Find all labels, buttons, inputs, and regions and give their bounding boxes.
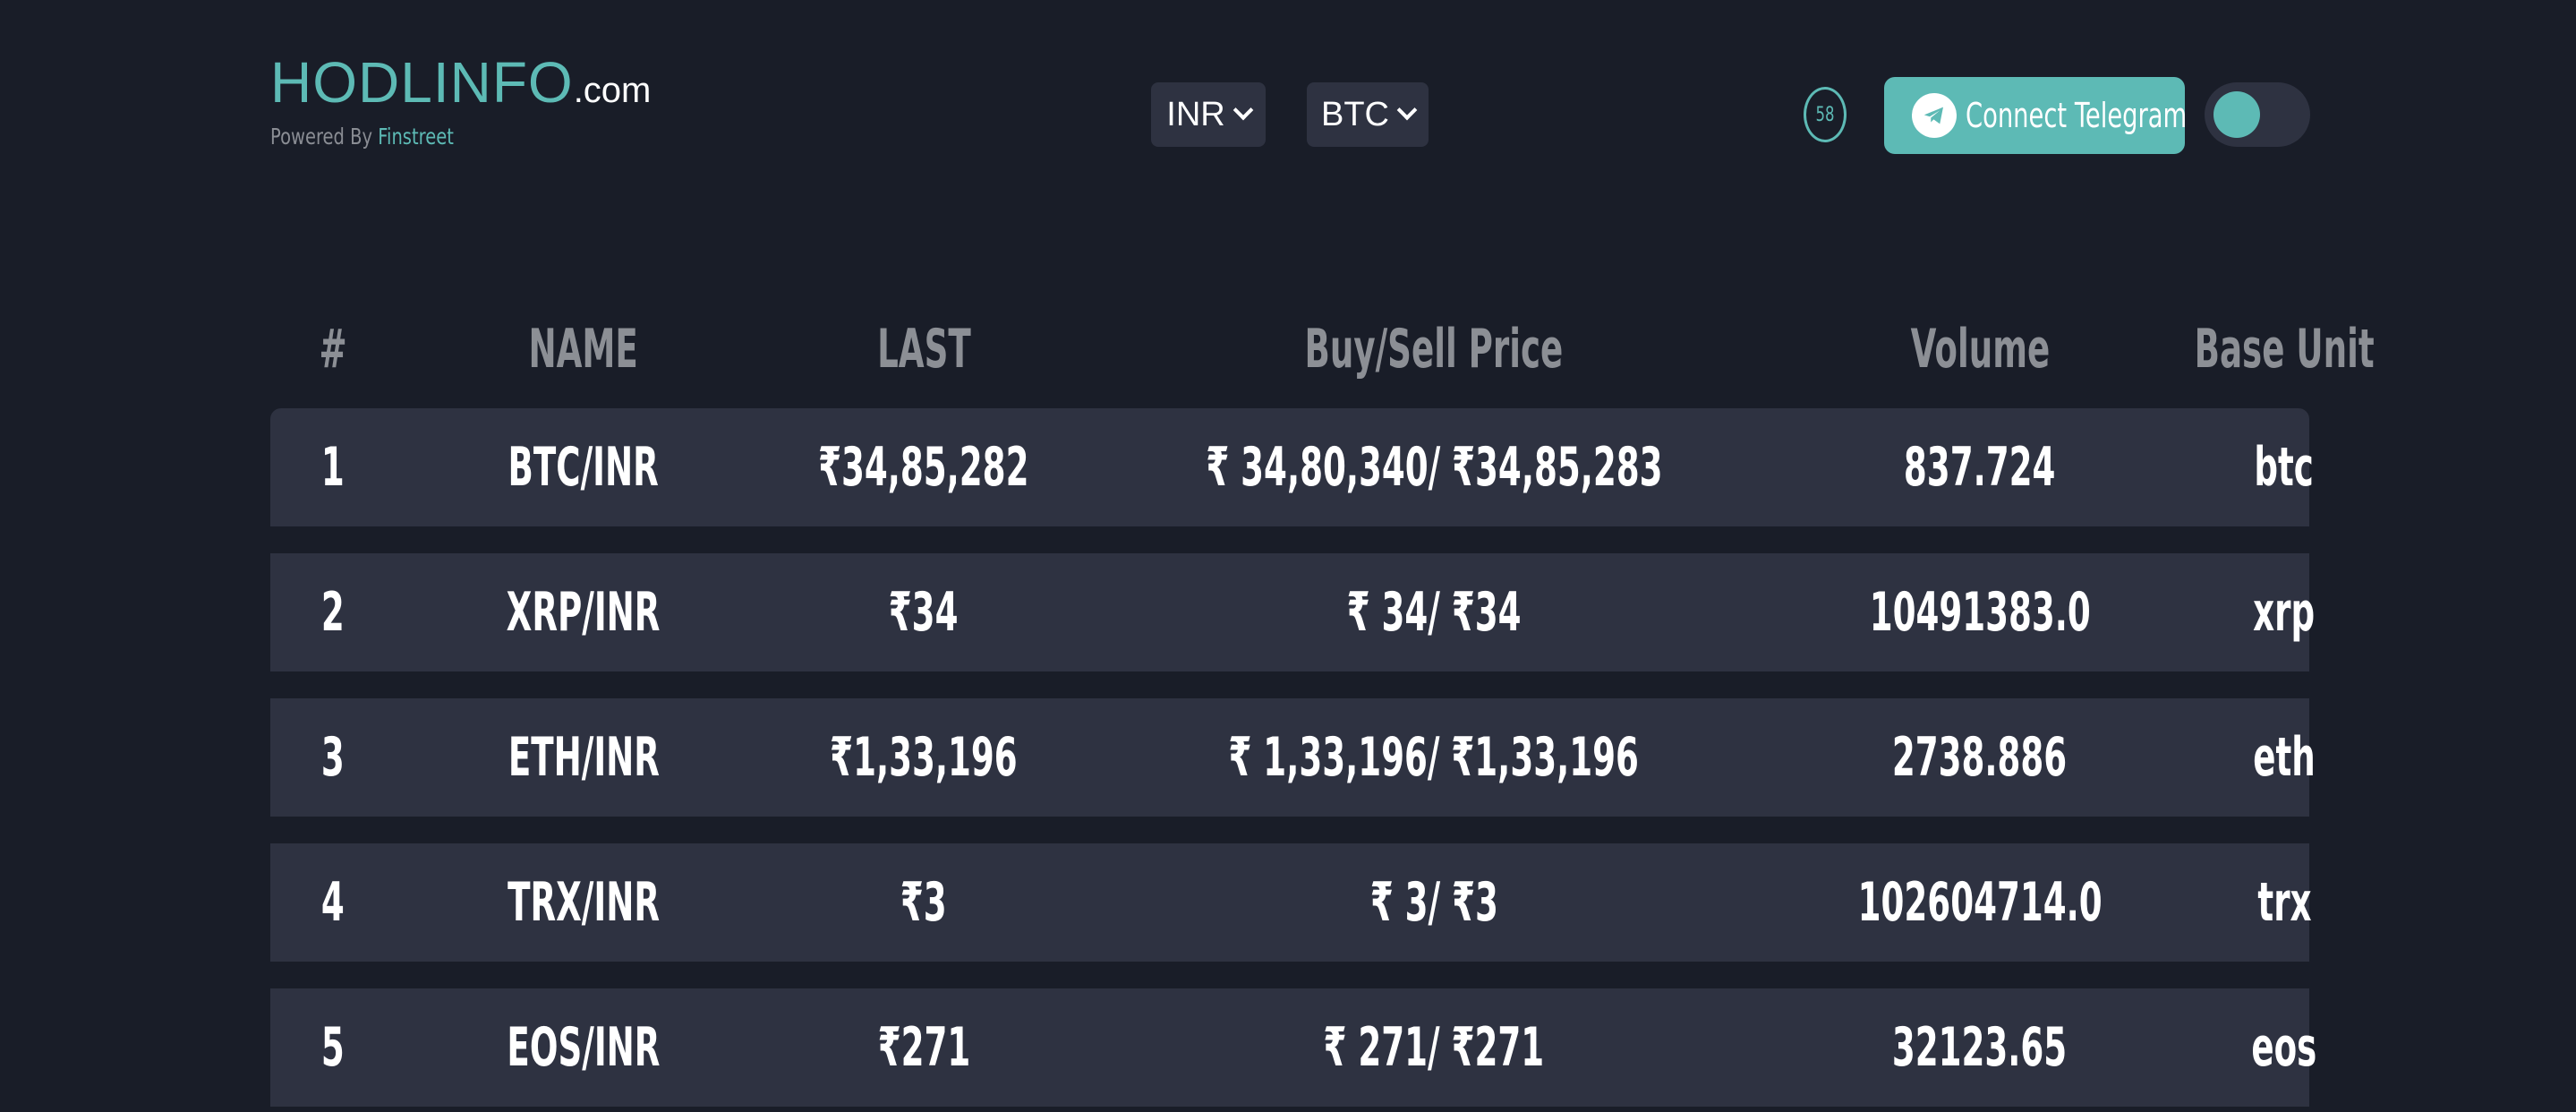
column-header-name: NAME (528, 318, 639, 381)
row-volume: 10491383.0 (1869, 581, 2091, 644)
row-buy-sell: ₹ 3/ ₹3 (1369, 871, 1498, 934)
row-num: 3 (321, 726, 345, 789)
table-header: # NAME LAST Buy/Sell Price Volume Base U… (270, 313, 2374, 385)
row-buy-sell: ₹ 34,80,340/ ₹34,85,283 (1205, 436, 1663, 499)
table-row[interactable]: 1 BTC/INR ₹34,85,282 ₹ 34,80,340/ ₹34,85… (270, 408, 2314, 526)
row-volume: 32123.65 (1892, 1016, 2068, 1079)
row-name: EOS/INR (507, 1016, 661, 1079)
coin-select-value: BTC (1321, 95, 1389, 133)
row-name: BTC/INR (508, 436, 660, 499)
refresh-timer: 58 (1804, 87, 1847, 142)
row-base-unit: eth (2253, 726, 2316, 789)
table-row[interactable]: 5 EOS/INR ₹271 ₹ 271/ ₹271 32123.65 eos (270, 988, 2316, 1107)
table-row[interactable]: 3 ETH/INR ₹1,33,196 ₹ 1,33,196/ ₹1,33,19… (270, 698, 2316, 817)
toggle-knob (2213, 91, 2260, 138)
row-base-unit: xrp (2253, 581, 2316, 644)
brand-suffix: .com (573, 71, 652, 110)
table-row[interactable]: 2 XRP/INR ₹34 ₹ 34/ ₹34 10491383.0 xrp (270, 553, 2315, 671)
powered-by-text: Powered By (270, 124, 373, 150)
brand-name: HODLINFO (270, 50, 574, 115)
row-name: ETH/INR (508, 726, 660, 789)
row-base-unit: eos (2251, 1016, 2317, 1079)
column-header-base-unit: Base Unit (2194, 318, 2375, 381)
column-header-last: LAST (876, 318, 971, 381)
row-base-unit: trx (2256, 871, 2312, 934)
row-num: 1 (321, 436, 345, 499)
row-num: 2 (321, 581, 345, 644)
coin-select[interactable]: BTC (1307, 82, 1429, 147)
row-num: 4 (321, 871, 345, 934)
column-header-volume: Volume (1910, 318, 2050, 381)
table-row[interactable]: 4 TRX/INR ₹3 ₹ 3/ ₹3 102604714.0 trx (270, 843, 2311, 962)
row-volume: 837.724 (1904, 436, 2056, 499)
row-last: ₹3 (900, 871, 947, 934)
page: HODLINFO .com Powered By Finstreet INR B… (2, 0, 2576, 1112)
timer-value: 58 (1815, 103, 1835, 126)
connect-telegram-button[interactable]: Connect Telegram (1884, 77, 2187, 154)
row-last: ₹271 (877, 1016, 970, 1079)
row-volume: 102604714.0 (1857, 871, 2103, 934)
currency-select-value: INR (1166, 95, 1225, 133)
brand-logo[interactable]: HODLINFO .com (270, 54, 651, 111)
finstreet-link[interactable]: Finstreet (378, 124, 454, 150)
row-buy-sell: ₹ 271/ ₹271 (1323, 1016, 1545, 1079)
row-volume: 2738.886 (1892, 726, 2068, 789)
row-last: ₹1,33,196 (830, 726, 1018, 789)
column-header-num: # (319, 318, 347, 381)
row-base-unit: btc (2254, 436, 2315, 499)
brand: HODLINFO .com Powered By Finstreet (270, 54, 651, 150)
telegram-icon (1911, 93, 1957, 138)
row-name: XRP/INR (507, 581, 661, 644)
row-name: TRX/INR (508, 871, 660, 934)
row-buy-sell: ₹ 1,33,196/ ₹1,33,196 (1228, 726, 1640, 789)
chevron-down-icon (1233, 99, 1254, 121)
powered-by: Powered By Finstreet (270, 124, 567, 150)
chevron-down-icon (1396, 99, 1418, 121)
row-last: ₹34 (889, 581, 959, 644)
column-header-buy-sell: Buy/Sell Price (1304, 318, 1564, 381)
row-buy-sell: ₹ 34/ ₹34 (1346, 581, 1522, 644)
connect-telegram-label: Connect Telegram (1965, 96, 2187, 135)
row-last: ₹34,85,282 (818, 436, 1029, 499)
currency-select[interactable]: INR (1151, 82, 1266, 147)
row-num: 5 (321, 1016, 345, 1079)
theme-toggle[interactable] (2205, 82, 2310, 147)
